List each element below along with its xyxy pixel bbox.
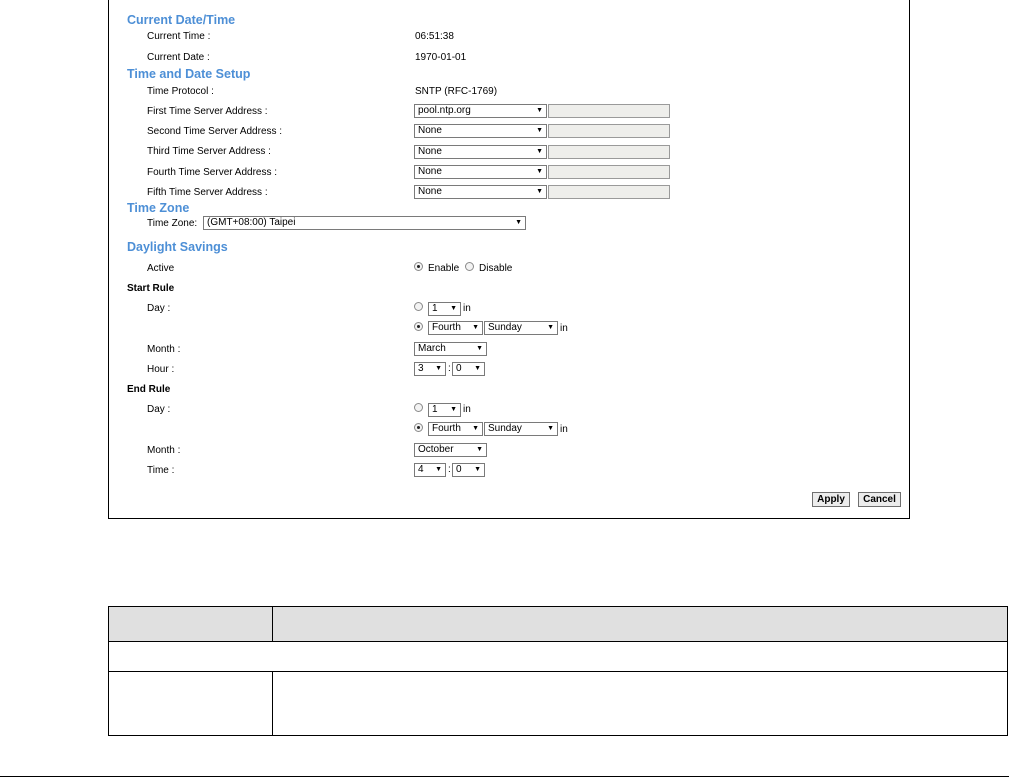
second-server-label: Second Time Server Address : <box>147 126 283 137</box>
second-server-input[interactable] <box>548 124 670 138</box>
start-hour-select[interactable]: 3 ▼ <box>414 362 446 376</box>
chevron-down-icon: ▼ <box>547 324 554 331</box>
start-week-in: in <box>560 323 568 334</box>
apply-button[interactable]: Apply <box>812 492 850 507</box>
end-week-in: in <box>560 424 568 435</box>
chevron-down-icon: ▼ <box>476 345 483 352</box>
chevron-down-icon: ▼ <box>450 406 457 413</box>
time-settings-panel: Current Date/Time Current Time : 06:51:3… <box>108 0 910 519</box>
second-server-select[interactable]: None ▼ <box>414 124 547 138</box>
table-row-divider <box>109 671 1007 672</box>
chevron-down-icon: ▼ <box>472 425 479 432</box>
end-minute-select[interactable]: 0 ▼ <box>452 463 485 477</box>
start-day-in: in <box>463 303 471 314</box>
fourth-server-label: Fourth Time Server Address : <box>147 167 278 178</box>
end-month-label: Month : <box>147 445 181 456</box>
chevron-down-icon: ▼ <box>515 219 522 226</box>
chevron-down-icon: ▼ <box>536 148 543 155</box>
start-month-select[interactable]: March ▼ <box>414 342 487 356</box>
end-month-select[interactable]: October ▼ <box>414 443 487 457</box>
start-month-label: Month : <box>147 344 181 355</box>
third-server-input[interactable] <box>548 145 670 159</box>
dst-enable-radio[interactable] <box>414 262 423 271</box>
chevron-down-icon: ▼ <box>450 305 457 312</box>
end-rule-heading: End Rule <box>127 384 171 395</box>
fifth-server-select[interactable]: None ▼ <box>414 185 547 199</box>
chevron-down-icon: ▼ <box>536 188 543 195</box>
chevron-down-icon: ▼ <box>536 107 543 114</box>
first-server-input[interactable] <box>548 104 670 118</box>
chevron-down-icon: ▼ <box>472 324 479 331</box>
first-server-select[interactable]: pool.ntp.org ▼ <box>414 104 547 118</box>
chevron-down-icon: ▼ <box>435 466 442 473</box>
start-day-radio[interactable] <box>414 302 423 311</box>
section-daylight-savings: Daylight Savings <box>127 240 228 254</box>
chevron-down-icon: ▼ <box>435 365 442 372</box>
dst-enable-label: Enable <box>428 263 460 274</box>
chevron-down-icon: ▼ <box>476 446 483 453</box>
third-server-select[interactable]: None ▼ <box>414 145 547 159</box>
table-header-divider <box>272 607 273 642</box>
current-date-value: 1970-01-01 <box>415 52 467 63</box>
chevron-down-icon: ▼ <box>536 127 543 134</box>
end-day-radio[interactable] <box>414 403 423 412</box>
chevron-down-icon: ▼ <box>547 425 554 432</box>
fourth-server-select[interactable]: None ▼ <box>414 165 547 179</box>
end-day-label: Day : <box>147 404 171 415</box>
start-week-radio[interactable] <box>414 322 423 331</box>
dst-disable-label: Disable <box>479 263 513 274</box>
current-time-label: Current Time : <box>147 31 211 42</box>
start-weekday-select[interactable]: Sunday ▼ <box>484 321 558 335</box>
fifth-server-label: Fifth Time Server Address : <box>147 187 268 198</box>
current-date-label: Current Date : <box>147 52 210 63</box>
time-zone-label: Time Zone: <box>147 218 198 229</box>
start-week-select[interactable]: Fourth ▼ <box>428 321 483 335</box>
time-zone-select[interactable]: (GMT+08:00) Taipei ▼ <box>203 216 526 230</box>
start-day-select[interactable]: 1 ▼ <box>428 302 461 316</box>
section-current-date-time: Current Date/Time <box>127 13 236 27</box>
end-time-label: Time : <box>147 465 175 476</box>
end-weekday-select[interactable]: Sunday ▼ <box>484 422 558 436</box>
chevron-down-icon: ▼ <box>536 168 543 175</box>
end-week-select[interactable]: Fourth ▼ <box>428 422 483 436</box>
dst-active-label: Active <box>147 263 175 274</box>
chevron-down-icon: ▼ <box>474 466 481 473</box>
table-header-row <box>109 607 1007 642</box>
time-protocol-label: Time Protocol : <box>147 86 214 97</box>
start-minute-select[interactable]: 0 ▼ <box>452 362 485 376</box>
end-week-radio[interactable] <box>414 423 423 432</box>
start-rule-heading: Start Rule <box>127 283 175 294</box>
fifth-server-input[interactable] <box>548 185 670 199</box>
end-hour-select[interactable]: 4 ▼ <box>414 463 446 477</box>
cancel-button[interactable]: Cancel <box>858 492 901 507</box>
fourth-server-input[interactable] <box>548 165 670 179</box>
end-time-colon: : <box>448 464 451 475</box>
end-day-select[interactable]: 1 ▼ <box>428 403 461 417</box>
time-protocol-value: SNTP (RFC-1769) <box>415 86 498 97</box>
start-time-colon: : <box>448 363 451 374</box>
end-day-in: in <box>463 404 471 415</box>
first-server-label: First Time Server Address : <box>147 106 268 117</box>
dst-disable-radio[interactable] <box>465 262 474 271</box>
start-day-label: Day : <box>147 303 171 314</box>
section-time-zone: Time Zone <box>127 201 190 215</box>
current-time-value: 06:51:38 <box>415 31 454 42</box>
table-row-divider-vertical <box>272 671 273 736</box>
third-server-label: Third Time Server Address : <box>147 146 271 157</box>
description-table <box>108 606 1008 736</box>
start-hour-label: Hour : <box>147 364 175 375</box>
section-time-date-setup: Time and Date Setup <box>127 67 251 81</box>
chevron-down-icon: ▼ <box>474 365 481 372</box>
